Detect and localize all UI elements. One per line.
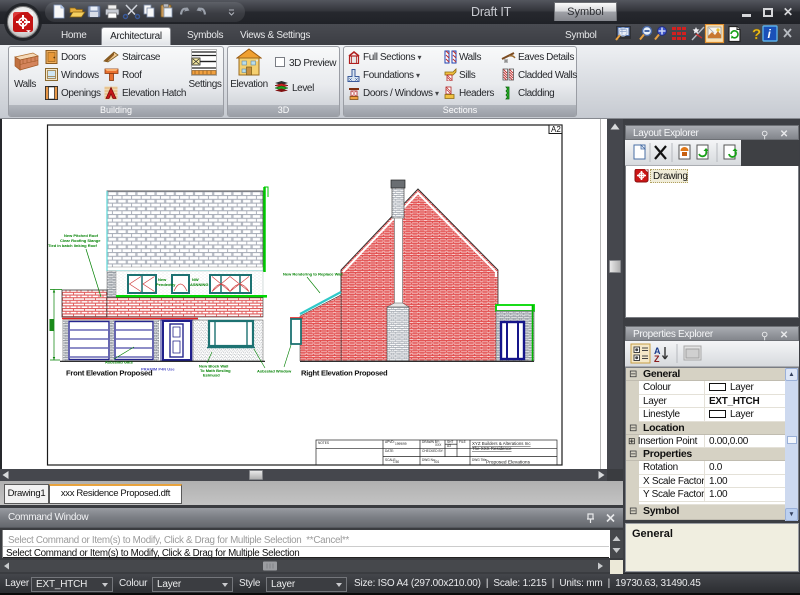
- svg-text:A3: A3: [447, 444, 451, 448]
- svg-text:1999/99: 1999/99: [395, 442, 407, 446]
- svg-text:DATE:: DATE:: [385, 449, 394, 453]
- svg-text:Tied in batch linking Roof: Tied in batch linking Roof: [48, 243, 97, 248]
- svg-text:Pendextry: Pendextry: [156, 282, 176, 287]
- svg-text:NOTES: NOTES: [318, 441, 329, 445]
- svg-text:XXX: XXX: [435, 443, 442, 447]
- svg-text:A2: A2: [551, 125, 561, 134]
- svg-text:?: ?: [752, 26, 761, 43]
- svg-text:1:50: 1:50: [393, 460, 399, 464]
- svg-text:APVD:: APVD:: [385, 440, 395, 444]
- svg-text:Asbsslad Window: Asbsslad Window: [257, 369, 292, 374]
- svg-text:FILE: FILE: [459, 440, 466, 444]
- svg-text:Esimusd: Esimusd: [203, 373, 220, 378]
- svg-text:ASNNING: ASNNING: [190, 282, 208, 287]
- svg-text:The XXX Residence: The XXX Residence: [472, 446, 512, 451]
- svg-text:New Rendering to Replace Wall: New Rendering to Replace Wall: [283, 272, 343, 277]
- svg-text:Right Elevation Proposed: Right Elevation Proposed: [301, 369, 388, 378]
- svg-text:Front Elevation Proposed: Front Elevation Proposed: [66, 369, 153, 378]
- svg-text:Z: Z: [654, 354, 660, 364]
- svg-text:001: 001: [434, 460, 440, 464]
- svg-text:Proposed Elevations: Proposed Elevations: [486, 460, 531, 466]
- svg-text:CHECKED BY:: CHECKED BY:: [422, 449, 444, 453]
- svg-text:Asbsslad Gats: Asbsslad Gats: [105, 360, 134, 365]
